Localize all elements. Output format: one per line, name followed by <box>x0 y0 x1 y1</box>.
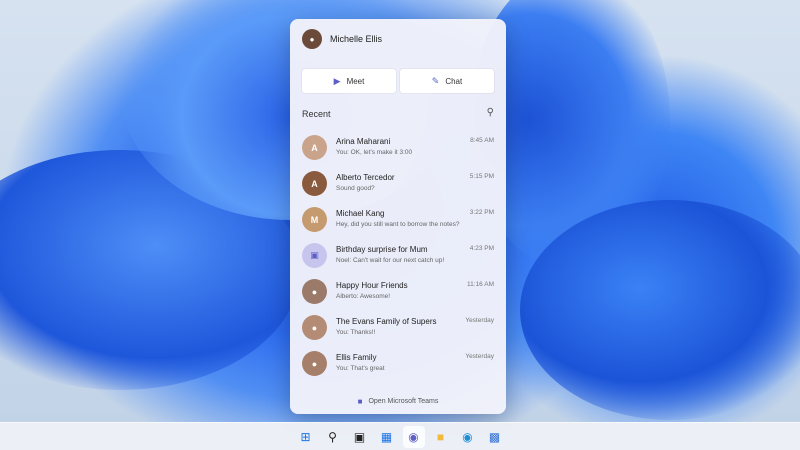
conversation-preview: Noel: Can't wait for our next catch up! <box>336 257 445 264</box>
calendar-icon: ▣ <box>302 243 327 268</box>
conversation-item[interactable]: ● The Evans Family of Supers You: Thanks… <box>290 308 506 344</box>
conversation-title: Alberto Tercedor <box>336 173 395 182</box>
conversation-item[interactable]: A Arina Maharani You: OK, let's make it … <box>290 128 506 164</box>
conversation-preview: Alberto: Awesome! <box>336 293 391 300</box>
user-avatar-icon: A <box>302 171 327 196</box>
conversation-title: The Evans Family of Supers <box>336 317 437 326</box>
group-avatar-icon: ● <box>302 351 327 376</box>
conversation-item[interactable]: M Michael Kang Hey, did you still want t… <box>290 200 506 236</box>
open-teams-link[interactable]: ■ Open Microsoft Teams <box>290 397 506 406</box>
store-icon[interactable]: ▩ <box>484 426 506 448</box>
conversation-preview: You: Thanks!! <box>336 329 376 336</box>
profile-name: Michelle Ellis <box>330 34 383 44</box>
chat-button[interactable]: ✎ Chat <box>400 69 494 93</box>
edge-icon[interactable]: ◉ <box>457 426 479 448</box>
chat-flyout: ● Michelle Ellis ▶ Meet ✎ Chat Recent ⚲ … <box>290 19 506 414</box>
chat-icon[interactable]: ◉ <box>402 425 425 448</box>
conversation-time: Yesterday <box>465 317 494 324</box>
group-avatar-icon: ● <box>302 279 327 304</box>
conversation-list: A Arina Maharani You: OK, let's make it … <box>290 128 506 380</box>
compose-icon: ✎ <box>431 75 440 86</box>
search-icon[interactable]: ⚲ <box>487 107 494 118</box>
user-avatar-icon: A <box>302 135 327 160</box>
conversation-preview: Sound good? <box>336 185 375 192</box>
start-icon[interactable]: ⊞ <box>295 426 317 448</box>
open-teams-label: Open Microsoft Teams <box>368 398 439 405</box>
meet-button[interactable]: ▶ Meet <box>302 69 396 93</box>
conversation-title: Birthday surprise for Mum <box>336 245 428 254</box>
user-avatar-icon: ● <box>302 29 322 49</box>
recent-heading: Recent <box>302 109 331 119</box>
wallpaper-petal <box>520 200 800 420</box>
conversation-item[interactable]: ▣ Birthday surprise for Mum Noel: Can't … <box>290 236 506 272</box>
task-view-icon[interactable]: ▣ <box>349 426 371 448</box>
conversation-title: Ellis Family <box>336 353 377 362</box>
conversation-time: 5:15 PM <box>469 173 494 180</box>
search-icon[interactable]: ⚲ <box>322 426 344 448</box>
profile-header[interactable]: ● Michelle Ellis <box>302 28 382 50</box>
file-explorer-icon[interactable]: ■ <box>430 426 452 448</box>
conversation-time: Yesterday <box>465 353 494 360</box>
conversation-item[interactable]: ● Happy Hour Friends Alberto: Awesome! 1… <box>290 272 506 308</box>
chat-button-label: Chat <box>445 76 463 86</box>
conversation-title: Happy Hour Friends <box>336 281 408 290</box>
conversation-item[interactable]: ● Ellis Family You: That's great Yesterd… <box>290 344 506 380</box>
conversation-title: Michael Kang <box>336 209 385 218</box>
meet-button-label: Meet <box>346 76 365 86</box>
conversation-item[interactable]: A Alberto Tercedor Sound good? 5:15 PM <box>290 164 506 200</box>
group-avatar-icon: ● <box>302 315 327 340</box>
user-avatar-icon: M <box>302 207 327 232</box>
taskbar: ⊞ ⚲ ▣ ▦ ◉ ■ ◉ ▩ <box>0 422 800 450</box>
conversation-title: Arina Maharani <box>336 137 391 146</box>
conversation-preview: You: That's great <box>336 365 385 372</box>
conversation-preview: Hey, did you still want to borrow the no… <box>336 221 460 228</box>
conversation-time: 8:45 AM <box>470 137 494 144</box>
conversation-preview: You: OK, let's make it 3:00 <box>336 149 413 156</box>
teams-icon: ■ <box>357 397 363 406</box>
conversation-time: 4:23 PM <box>469 245 494 252</box>
video-camera-icon: ▶ <box>333 75 341 86</box>
conversation-time: 11:16 AM <box>467 281 494 288</box>
conversation-time: 3:22 PM <box>469 209 494 216</box>
widgets-icon[interactable]: ▦ <box>376 426 398 448</box>
